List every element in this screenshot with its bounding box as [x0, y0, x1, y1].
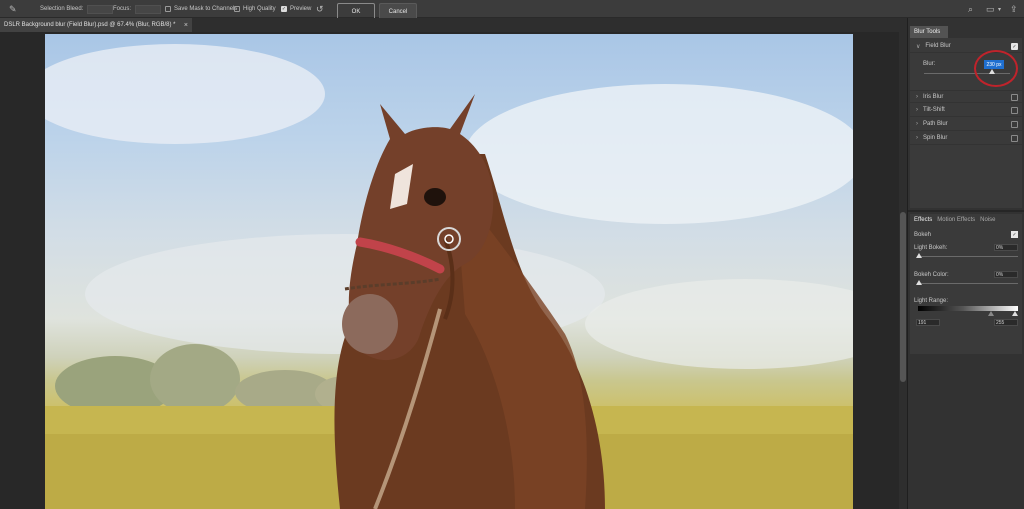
chevron-right-icon[interactable]: › [916, 121, 918, 127]
field-blur-checkbox[interactable]: ✓ [1011, 43, 1018, 50]
tab-effects[interactable]: Effects [914, 217, 932, 223]
effects-tab-bar: Effects Motion Effects Noise [910, 214, 1022, 226]
light-bokeh-label: Light Bokeh: [914, 245, 948, 251]
high-quality-label: High Quality [243, 6, 276, 12]
save-mask-label: Save Mask to Channels [174, 6, 238, 12]
bokeh-checkbox[interactable]: ✓ [1011, 231, 1018, 238]
reset-icon[interactable]: ↺ [316, 0, 324, 18]
options-bar: ✎ Selection Bleed: Focus: Save Mask to C… [0, 0, 1024, 21]
tilt-shift-label: Tilt-Shift [923, 107, 945, 113]
selection-bleed-group: Selection Bleed: [40, 0, 114, 18]
bokeh-label: Bokeh [914, 232, 932, 238]
workspace-icon[interactable]: ▭ [986, 0, 995, 18]
search-icon[interactable]: ⌕ [968, 0, 973, 18]
blur-tool-icon[interactable]: ✎ [9, 0, 17, 18]
share-icon[interactable]: ⇪ [1010, 0, 1018, 18]
tilt-shift-row[interactable]: › Tilt-Shift [910, 104, 1022, 117]
bokeh-color-handle[interactable] [916, 280, 922, 285]
highlight-annotation [974, 50, 1018, 87]
workspace-scrollbar[interactable] [899, 32, 907, 509]
light-range-gradient[interactable] [918, 306, 1018, 311]
selection-bleed-label: Selection Bleed: [40, 6, 84, 12]
light-range-high-value[interactable]: 255 [994, 319, 1018, 326]
effects-section: Effects Motion Effects Noise Bokeh ✓ Lig… [910, 214, 1022, 354]
blur-gallery-panel: Blur Tools ∨ Field Blur ✓ Blur: 230 px ›… [907, 18, 1024, 509]
horse-photo [45, 44, 853, 509]
path-blur-checkbox[interactable] [1011, 121, 1018, 128]
save-mask-checkbox[interactable]: Save Mask to Channels [165, 0, 237, 18]
preview-check-icon: ✓ [281, 6, 287, 12]
light-bokeh-slider[interactable] [917, 256, 1018, 257]
spin-blur-label: Spin Blur [923, 135, 948, 141]
blur-label: Blur: [923, 61, 936, 67]
blur-tools-section: ∨ Field Blur ✓ Blur: 230 px › Iris Blur … [910, 38, 1022, 208]
selection-bleed-field[interactable] [87, 4, 114, 14]
light-range-low-handle[interactable] [988, 311, 994, 316]
focus-field[interactable] [135, 4, 162, 14]
bokeh-color-value[interactable]: 0% [994, 271, 1018, 278]
document-tab-bar: DSLR Background blur (Field Blur).psd @ … [0, 18, 907, 32]
field-blur-label: Field Blur [925, 43, 951, 49]
chevron-right-icon[interactable]: › [916, 135, 918, 141]
tab-blur-tools[interactable]: Blur Tools [910, 26, 948, 38]
spin-blur-checkbox[interactable] [1011, 135, 1018, 142]
chevron-right-icon[interactable]: › [916, 107, 918, 113]
high-quality-checkbox[interactable]: High Quality [234, 0, 276, 18]
chevron-right-icon[interactable]: › [916, 94, 918, 100]
chevron-down-icon[interactable]: ▾ [998, 0, 1001, 18]
light-range-low-value[interactable]: 191 [916, 319, 940, 326]
path-blur-row[interactable]: › Path Blur [910, 118, 1022, 131]
focus-label: Focus: [113, 6, 132, 12]
scroll-thumb[interactable] [900, 212, 906, 382]
iris-blur-checkbox[interactable] [1011, 94, 1018, 101]
iris-blur-row[interactable]: › Iris Blur [910, 90, 1022, 103]
iris-blur-label: Iris Blur [923, 93, 944, 100]
chevron-down-icon[interactable]: ∨ [916, 43, 920, 50]
tilt-shift-checkbox[interactable] [1011, 107, 1018, 114]
spin-blur-row[interactable]: › Spin Blur [910, 132, 1022, 145]
preview-checkbox[interactable]: ✓ Preview [281, 0, 311, 18]
preview-label: Preview [290, 6, 312, 12]
light-bokeh-handle[interactable] [916, 253, 922, 258]
bokeh-color-label: Bokeh Color: [914, 272, 949, 278]
path-blur-label: Path Blur [923, 121, 948, 127]
document-canvas[interactable] [45, 34, 853, 509]
panel-divider[interactable] [908, 210, 1024, 212]
document-title: DSLR Background blur (Field Blur).psd @ … [4, 22, 176, 28]
high-quality-check-icon [234, 6, 240, 12]
light-bokeh-value[interactable]: 0% [994, 244, 1018, 251]
tab-motion-effects[interactable]: Motion Effects [937, 217, 975, 223]
focus-group: Focus: [113, 0, 162, 18]
tab-noise[interactable]: Noise [980, 217, 995, 223]
light-range-high-handle[interactable] [1012, 311, 1018, 316]
document-tab[interactable]: DSLR Background blur (Field Blur).psd @ … [0, 18, 192, 32]
bokeh-color-slider[interactable] [917, 283, 1018, 284]
light-range-label: Light Range: [914, 298, 949, 304]
canvas-workspace [0, 32, 907, 509]
close-icon[interactable]: × [184, 22, 188, 29]
save-mask-check-icon [165, 6, 171, 12]
